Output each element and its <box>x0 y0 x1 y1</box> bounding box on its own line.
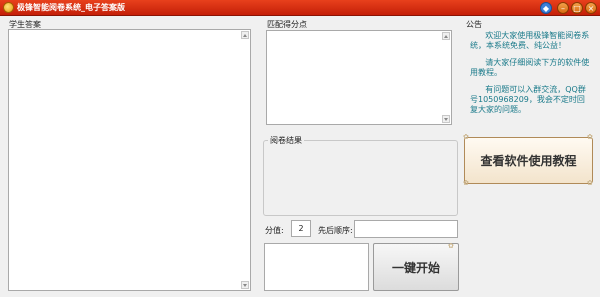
order-label: 先后顺序: <box>318 226 353 235</box>
maximize-button[interactable]: □ <box>571 2 583 14</box>
match-points-textarea[interactable] <box>266 30 452 125</box>
scroll-up-arrow-icon[interactable] <box>241 31 249 39</box>
view-tutorial-button[interactable]: 查看软件使用教程 <box>464 137 593 184</box>
corner-flourish-icon: ✿ <box>463 179 469 187</box>
skin-button[interactable]: ◆ <box>540 2 552 14</box>
corner-flourish-icon: ✿ <box>448 242 454 250</box>
score-input[interactable]: 2 <box>291 220 311 237</box>
notice-paragraph: 有问题可以入群交流，QQ群号1050968209，我会不定时回复大家的问题。 <box>470 85 586 114</box>
result-groupbox <box>263 140 458 216</box>
match-points-label: 匹配得分点 <box>267 19 307 30</box>
scroll-down-arrow-icon[interactable] <box>442 115 450 123</box>
corner-flourish-icon: ✿ <box>587 133 593 141</box>
notice-paragraph: 请大家仔细阅读下方的软件使用教程。 <box>470 58 590 77</box>
notice-body: 欢迎大家使用极锋智能阅卷系统，本系统免费、纯公益！ 请大家仔细阅读下方的软件使用… <box>470 31 590 114</box>
corner-flourish-icon: ✿ <box>463 133 469 141</box>
notice-paragraph: 欢迎大家使用极锋智能阅卷系统，本系统免费、纯公益！ <box>470 31 590 50</box>
start-button[interactable]: 一键开始 <box>373 243 459 291</box>
student-answer-textarea[interactable] <box>8 29 251 291</box>
extra-textarea[interactable] <box>264 243 369 291</box>
app-logo-icon <box>3 2 14 13</box>
scroll-down-arrow-icon[interactable] <box>241 281 249 289</box>
minimize-button[interactable]: – <box>557 2 569 14</box>
scroll-up-arrow-icon[interactable] <box>442 32 450 40</box>
notice-label: 公告 <box>466 19 482 30</box>
order-input[interactable] <box>354 220 458 238</box>
corner-flourish-icon: ✿ <box>587 179 593 187</box>
result-label: 阅卷结果 <box>268 135 304 146</box>
window-title: 极锋智能阅卷系统_电子答案版 <box>17 3 125 12</box>
close-button[interactable]: × <box>585 2 597 14</box>
score-label: 分值: <box>265 226 284 235</box>
